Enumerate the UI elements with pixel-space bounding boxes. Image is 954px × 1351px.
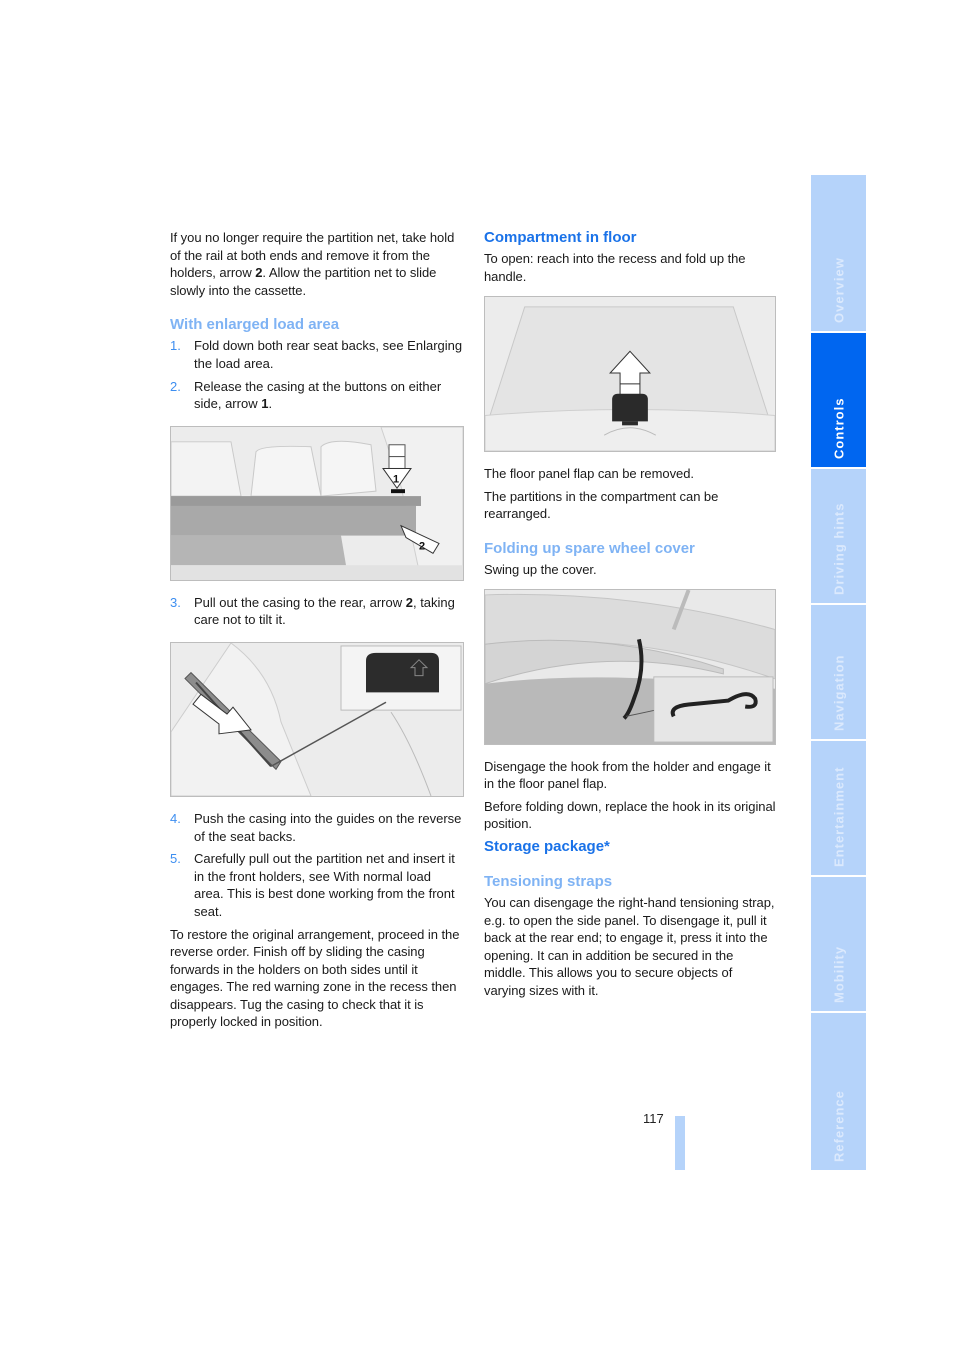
figure-casing-release: 1 2	[170, 425, 464, 581]
step-number: 5.	[170, 851, 181, 867]
step-number: 3.	[170, 594, 181, 610]
tab-entertainment[interactable]: Entertainment	[811, 741, 866, 875]
tab-label: Navigation	[831, 654, 847, 731]
heading-compartment-in-floor: Compartment in floor	[484, 229, 637, 246]
closing-paragraph: To restore the original arrangement, pro…	[170, 926, 460, 1030]
page-number: 117	[643, 1111, 664, 1126]
step-text: Carefully pull out the partition net and…	[194, 851, 455, 919]
floor-compartment-illustration	[485, 297, 775, 452]
casing-release-illustration: 1 2	[171, 426, 463, 580]
left-column: If you no longer require the partition n…	[170, 229, 464, 1036]
intro-paragraph: If you no longer require the partition n…	[170, 230, 455, 298]
tab-controls[interactable]: Controls	[811, 333, 866, 467]
step-text: Push the casing into the guides on the r…	[194, 810, 462, 844]
tab-label: Reference	[831, 1090, 847, 1162]
partitions-text: The partitions in the compartment can be…	[484, 488, 719, 522]
casing-guides-illustration	[171, 642, 463, 796]
steps-list-b: 4. Push the casing into the guides on th…	[170, 810, 464, 921]
tab-overview[interactable]: Overview	[811, 175, 866, 331]
step-text: Release the casing at the buttons on eit…	[194, 378, 442, 412]
tab-label: Entertainment	[831, 766, 847, 867]
spare-wheel-cover-illustration	[485, 589, 775, 744]
straps-text: You can disengage the right-hand tension…	[484, 894, 775, 998]
figure-spare-wheel-cover	[484, 588, 776, 745]
step-item: 2. Release the casing at the buttons on …	[170, 378, 464, 413]
spare-wheel-text: Swing up the cover.	[484, 561, 597, 577]
tab-label: Driving hints	[831, 502, 847, 595]
replace-hook-text: Before folding down, replace the hook in…	[484, 798, 776, 832]
step-number: 2.	[170, 378, 181, 394]
steps-list-a: 1. Fold down both rear seat backs, see E…	[170, 337, 464, 412]
right-column: Compartment in floor To open: reach into…	[484, 229, 776, 1005]
heading-spare-wheel-cover: Folding up spare wheel cover	[484, 539, 695, 557]
figure-floor-compartment	[484, 296, 776, 453]
step-text: Pull out the casing to the rear, arrow 2…	[194, 594, 455, 628]
step-item: 3. Pull out the casing to the rear, arro…	[170, 594, 464, 629]
flap-text: The floor panel flap can be removed.	[484, 466, 694, 482]
step-number: 4.	[170, 810, 181, 826]
tab-label: Mobility	[831, 945, 847, 1003]
steps-list-3: 3. Pull out the casing to the rear, arro…	[170, 594, 464, 629]
step-text: Fold down both rear seat backs, see Enla…	[194, 338, 463, 371]
page-marker-bar	[675, 1116, 685, 1170]
step-item: 4. Push the casing into the guides on th…	[170, 810, 464, 845]
tab-label: Overview	[831, 257, 847, 323]
figure-casing-guides	[170, 641, 464, 797]
tab-driving-hints[interactable]: Driving hints	[811, 469, 866, 603]
step-item: 5. Carefully pull out the partition net …	[170, 850, 464, 920]
step-number: 1.	[170, 338, 181, 354]
arrow-label-2: 2	[419, 540, 425, 552]
chapter-tabs: Overview Controls Driving hints Navigati…	[811, 175, 866, 1172]
step-item: 1. Fold down both rear seat backs, see E…	[170, 337, 464, 372]
compartment-text: To open: reach into the recess and fold …	[484, 251, 746, 284]
hook-text: Disengage the hook from the holder and e…	[484, 758, 771, 792]
tab-navigation[interactable]: Navigation	[811, 605, 866, 739]
arrow-label-1: 1	[393, 473, 399, 485]
heading-storage-package: Storage package*	[484, 837, 610, 855]
tab-label: Controls	[831, 397, 847, 459]
heading-enlarged-load-area: With enlarged load area	[170, 316, 340, 334]
tab-reference[interactable]: Reference	[811, 1013, 866, 1170]
heading-tensioning-straps: Tensioning straps	[484, 872, 613, 890]
tab-mobility[interactable]: Mobility	[811, 877, 866, 1011]
